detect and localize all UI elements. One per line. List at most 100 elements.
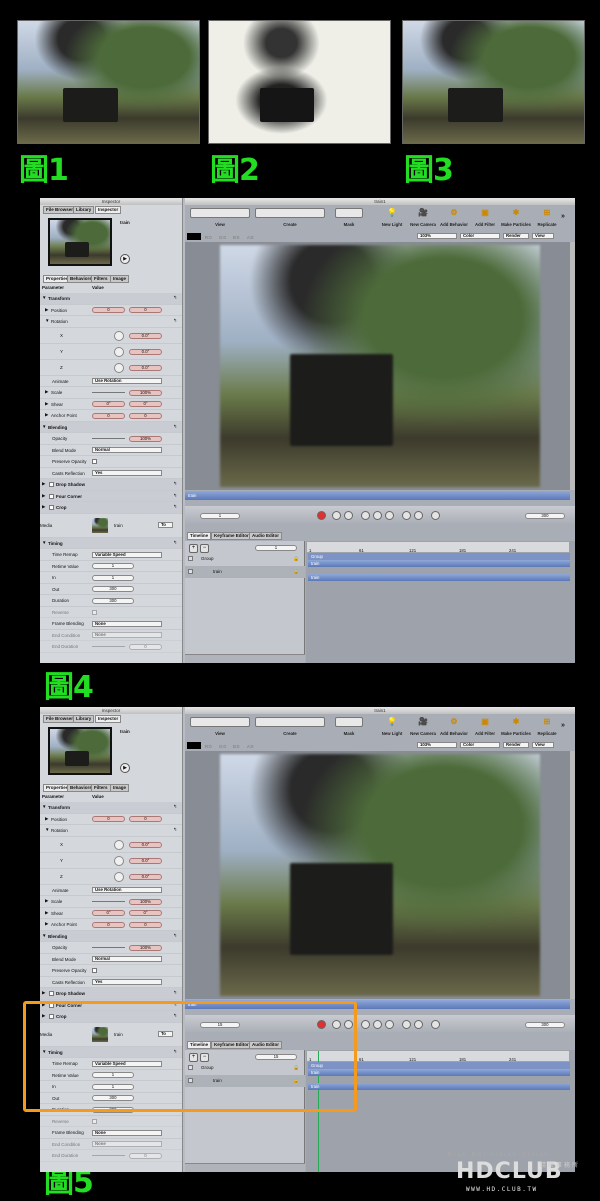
layer-name[interactable]: Group xyxy=(201,556,214,561)
tab-library[interactable]: Library xyxy=(73,206,95,214)
rotation-dial[interactable] xyxy=(114,362,124,373)
disclosure-triangle-icon[interactable]: ▶ xyxy=(42,504,45,510)
toolbar-group-create[interactable] xyxy=(255,208,325,218)
rotation-dial[interactable] xyxy=(114,330,124,341)
value-field[interactable]: 100% xyxy=(129,435,162,442)
disclosure-triangle-icon[interactable]: ▶ xyxy=(42,990,45,996)
disclosure-triangle-icon[interactable]: ▶ xyxy=(45,816,48,822)
lock-icon[interactable]: 🔒 xyxy=(293,556,299,562)
value-field[interactable]: 100% xyxy=(129,898,162,905)
go-start-button[interactable] xyxy=(332,511,341,520)
filter-icon[interactable]: ▣ xyxy=(470,208,500,217)
toolbar-group-mask[interactable] xyxy=(335,208,363,218)
channel-dropdown[interactable]: Color xyxy=(460,233,500,239)
zoom-dropdown[interactable]: 103% xyxy=(417,233,457,239)
zoom-dropdown[interactable]: 103% xyxy=(417,742,457,748)
value-field[interactable]: 0 xyxy=(92,921,125,928)
tab-audio-editor[interactable]: Audio Editor xyxy=(249,532,282,540)
tab-keyframe-editor[interactable]: Keyframe Editor xyxy=(211,532,252,540)
reset-icon[interactable]: ↰ xyxy=(173,481,177,487)
checkbox[interactable] xyxy=(92,968,97,973)
dropdown[interactable]: None xyxy=(92,632,162,638)
dropdown[interactable]: Variable Speed xyxy=(92,551,162,558)
disclosure-triangle-icon[interactable]: ▶ xyxy=(42,481,45,487)
channel-dropdown[interactable]: Color xyxy=(460,742,500,748)
tool-replicate[interactable]: Replicate xyxy=(529,222,565,227)
layer-row[interactable] xyxy=(185,566,305,578)
disclosure-triangle-icon[interactable]: ▼ xyxy=(42,540,46,545)
tab-file-browser[interactable]: File Browser xyxy=(43,206,77,214)
reset-icon[interactable]: ↰ xyxy=(173,424,177,430)
dropdown[interactable]: Use Rotation xyxy=(92,378,162,384)
value-field[interactable]: 100% xyxy=(129,944,162,951)
reset-icon[interactable]: ↰ xyxy=(173,318,177,324)
toolbar-group-create[interactable] xyxy=(255,717,325,727)
reset-icon[interactable]: ↰ xyxy=(173,295,177,301)
reset-icon[interactable]: ↰ xyxy=(173,493,177,499)
toolbar-group-view[interactable] xyxy=(190,717,250,727)
disclosure-triangle-icon[interactable]: ▶ xyxy=(45,401,48,407)
render-dropdown[interactable]: Render xyxy=(503,233,529,239)
disclosure-triangle-icon[interactable]: ▶ xyxy=(45,412,48,418)
slider-track[interactable] xyxy=(92,1155,125,1156)
disclosure-triangle-icon[interactable]: ▶ xyxy=(45,307,48,313)
value-field[interactable]: 0.0° xyxy=(129,841,162,848)
disclosure-triangle-icon[interactable]: ▶ xyxy=(45,898,48,904)
particles-icon[interactable]: ✱ xyxy=(501,208,531,217)
disclosure-triangle-icon[interactable]: ▶ xyxy=(45,921,48,927)
dropdown[interactable]: Yes xyxy=(92,470,162,476)
enable-checkbox[interactable] xyxy=(49,991,54,996)
checkbox[interactable] xyxy=(92,459,97,464)
tab-file-browser[interactable]: File Browser xyxy=(43,715,77,723)
value-field[interactable]: 100% xyxy=(129,389,162,396)
value-field[interactable]: 0.0° xyxy=(129,364,162,371)
tab-image[interactable]: Image xyxy=(110,784,130,792)
layer-visible-checkbox[interactable] xyxy=(188,569,193,574)
media-to-button[interactable]: To xyxy=(158,521,173,528)
timeline-bottom-controls[interactable] xyxy=(185,654,305,663)
value-field[interactable]: 0 xyxy=(129,307,162,313)
next-keyframe-button[interactable] xyxy=(414,511,423,520)
reset-icon[interactable]: ↰ xyxy=(173,933,177,939)
play-preview-button[interactable]: ▶ xyxy=(120,763,130,773)
disclosure-triangle-icon[interactable]: ▼ xyxy=(42,933,46,938)
light-icon[interactable]: 💡 xyxy=(377,208,407,217)
checkbox[interactable] xyxy=(92,1118,97,1124)
end-frame-field[interactable]: 300 xyxy=(525,1022,565,1028)
slider-track[interactable] xyxy=(92,901,125,902)
value-field[interactable]: 0 xyxy=(129,921,162,928)
camera-icon[interactable]: 🎥 xyxy=(408,208,438,217)
next-keyframe-button[interactable] xyxy=(414,1020,423,1029)
filter-icon[interactable]: ▣ xyxy=(470,717,500,726)
timeline-bar[interactable]: train xyxy=(308,560,570,567)
value-field[interactable]: 0.0° xyxy=(129,348,162,355)
prev-keyframe-button[interactable] xyxy=(402,511,411,520)
canvas-scrollbar[interactable] xyxy=(570,751,575,999)
disclosure-triangle-icon[interactable]: ▶ xyxy=(45,389,48,395)
value-field[interactable]: 1 xyxy=(92,563,134,569)
mini-timeline-strip[interactable]: train xyxy=(185,491,570,500)
value-field[interactable]: 0° xyxy=(92,401,125,407)
light-icon[interactable]: 💡 xyxy=(377,717,407,726)
reset-icon[interactable]: ↰ xyxy=(173,540,177,546)
behavior-icon[interactable]: ⚙ xyxy=(439,208,469,217)
tab-filters[interactable]: Filters xyxy=(91,784,111,792)
remove-layer-button[interactable]: − xyxy=(200,544,209,553)
value-field[interactable]: 300 xyxy=(92,586,134,592)
disclosure-triangle-icon[interactable]: ▼ xyxy=(42,424,46,429)
play-button[interactable] xyxy=(373,511,382,520)
reset-icon[interactable]: ↰ xyxy=(173,804,177,810)
value-field[interactable]: 0 xyxy=(129,643,162,650)
canvas-scrollbar[interactable] xyxy=(570,242,575,490)
audio-button[interactable] xyxy=(431,1020,440,1029)
value-field[interactable]: 0 xyxy=(92,307,125,313)
dropdown[interactable]: None xyxy=(92,1129,162,1136)
tab-inspector[interactable]: Inspector xyxy=(95,206,122,214)
toolbar-more-button[interactable]: » xyxy=(561,213,565,220)
value-field[interactable]: 300 xyxy=(92,597,134,604)
slider-track[interactable] xyxy=(92,646,125,647)
timeline-bar[interactable]: Group xyxy=(308,553,570,560)
checkbox[interactable] xyxy=(92,609,97,615)
value-field[interactable]: 0.0° xyxy=(129,332,162,339)
layer-visible-checkbox[interactable] xyxy=(188,556,193,561)
